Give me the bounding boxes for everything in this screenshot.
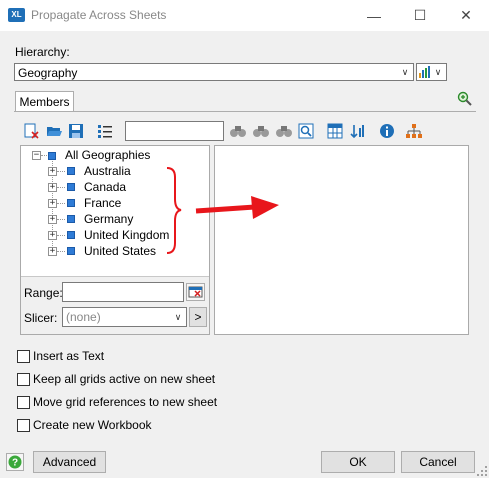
range-picker-icon[interactable] — [186, 283, 205, 301]
advanced-button[interactable]: Advanced — [33, 451, 106, 473]
tree-item-root[interactable]: All Geographies — [65, 148, 150, 162]
slicer-value: (none) — [66, 310, 101, 324]
hierarchy-label: Hierarchy: — [15, 45, 70, 59]
open-folder-icon[interactable] — [46, 123, 62, 139]
expand-toggle[interactable]: + — [48, 215, 57, 224]
info-icon[interactable] — [379, 123, 395, 139]
save-icon[interactable] — [68, 123, 84, 139]
ok-button[interactable]: OK — [321, 451, 395, 473]
hierarchy-icon[interactable] — [406, 123, 422, 139]
bar-chart-icon — [419, 66, 430, 78]
tree-item[interactable]: United Kingdom — [84, 228, 169, 242]
member-node-icon — [67, 231, 75, 239]
minimize-button[interactable]: — — [351, 0, 397, 31]
create-new-workbook-checkbox[interactable] — [17, 419, 30, 432]
insert-as-text-label[interactable]: Insert as Text — [33, 349, 104, 363]
annotation-overlay — [166, 167, 279, 254]
hierarchy-value: Geography — [18, 66, 78, 80]
member-node-icon — [67, 215, 75, 223]
list-view-icon[interactable] — [97, 123, 113, 139]
search-input[interactable] — [125, 121, 224, 141]
move-grid-references-label[interactable]: Move grid references to new sheet — [33, 395, 217, 409]
resize-grip-icon[interactable] — [477, 466, 488, 477]
zoom-search-icon[interactable] — [298, 123, 314, 139]
move-grid-references-checkbox[interactable] — [17, 396, 30, 409]
range-input[interactable] — [62, 282, 184, 302]
create-new-workbook-label[interactable]: Create new Workbook — [33, 418, 152, 432]
clear-selection-icon[interactable] — [23, 123, 39, 139]
tree-item[interactable]: United States — [84, 244, 156, 258]
expand-toggle[interactable]: + — [48, 167, 57, 176]
window-title: Propagate Across Sheets — [31, 8, 167, 22]
slicer-dropdown[interactable]: (none) ∨ — [62, 307, 187, 327]
chart-type-dropdown[interactable]: ∨ — [416, 63, 447, 81]
svg-text:?: ? — [12, 458, 18, 469]
tab-members[interactable]: Members — [15, 91, 74, 112]
find-icon[interactable] — [229, 123, 247, 139]
member-node-icon — [67, 247, 75, 255]
slicer-go-button[interactable]: > — [189, 307, 207, 327]
grid-icon[interactable] — [327, 123, 343, 139]
chevron-down-icon[interactable]: ∨ — [398, 65, 412, 79]
sort-icon[interactable] — [350, 123, 366, 139]
app-icon: XL — [8, 8, 25, 22]
tree-item[interactable]: France — [84, 196, 121, 210]
help-icon[interactable]: ? — [6, 453, 24, 471]
member-node-icon — [67, 183, 75, 191]
cancel-button[interactable]: Cancel — [401, 451, 475, 473]
insert-as-text-checkbox[interactable] — [17, 350, 30, 363]
slicer-label: Slicer: — [24, 311, 58, 325]
member-node-icon — [48, 152, 56, 160]
chevron-down-icon[interactable]: ∨ — [171, 310, 185, 324]
keep-grids-active-label[interactable]: Keep all grids active on new sheet — [33, 372, 215, 386]
collapse-toggle[interactable]: − — [32, 151, 41, 160]
tree-item[interactable]: Germany — [84, 212, 133, 226]
member-node-icon — [67, 199, 75, 207]
chevron-down-icon[interactable]: ∨ — [431, 65, 445, 79]
range-label: Range: — [24, 286, 63, 300]
close-button[interactable]: ✕ — [443, 0, 489, 31]
expand-toggle[interactable]: + — [48, 183, 57, 192]
expand-toggle[interactable]: + — [48, 231, 57, 240]
tree-item[interactable]: Canada — [84, 180, 126, 194]
maximize-button[interactable]: ☐ — [397, 0, 443, 31]
zoom-in-icon[interactable] — [457, 91, 472, 106]
tab-divider — [14, 111, 476, 112]
tree-item[interactable]: Australia — [84, 164, 131, 178]
expand-toggle[interactable]: + — [48, 247, 57, 256]
find-previous-icon[interactable] — [252, 123, 270, 139]
find-next-icon[interactable] — [275, 123, 293, 139]
keep-grids-active-checkbox[interactable] — [17, 373, 30, 386]
member-node-icon — [67, 167, 75, 175]
expand-toggle[interactable]: + — [48, 199, 57, 208]
hierarchy-dropdown[interactable]: Geography ∨ — [14, 63, 414, 81]
